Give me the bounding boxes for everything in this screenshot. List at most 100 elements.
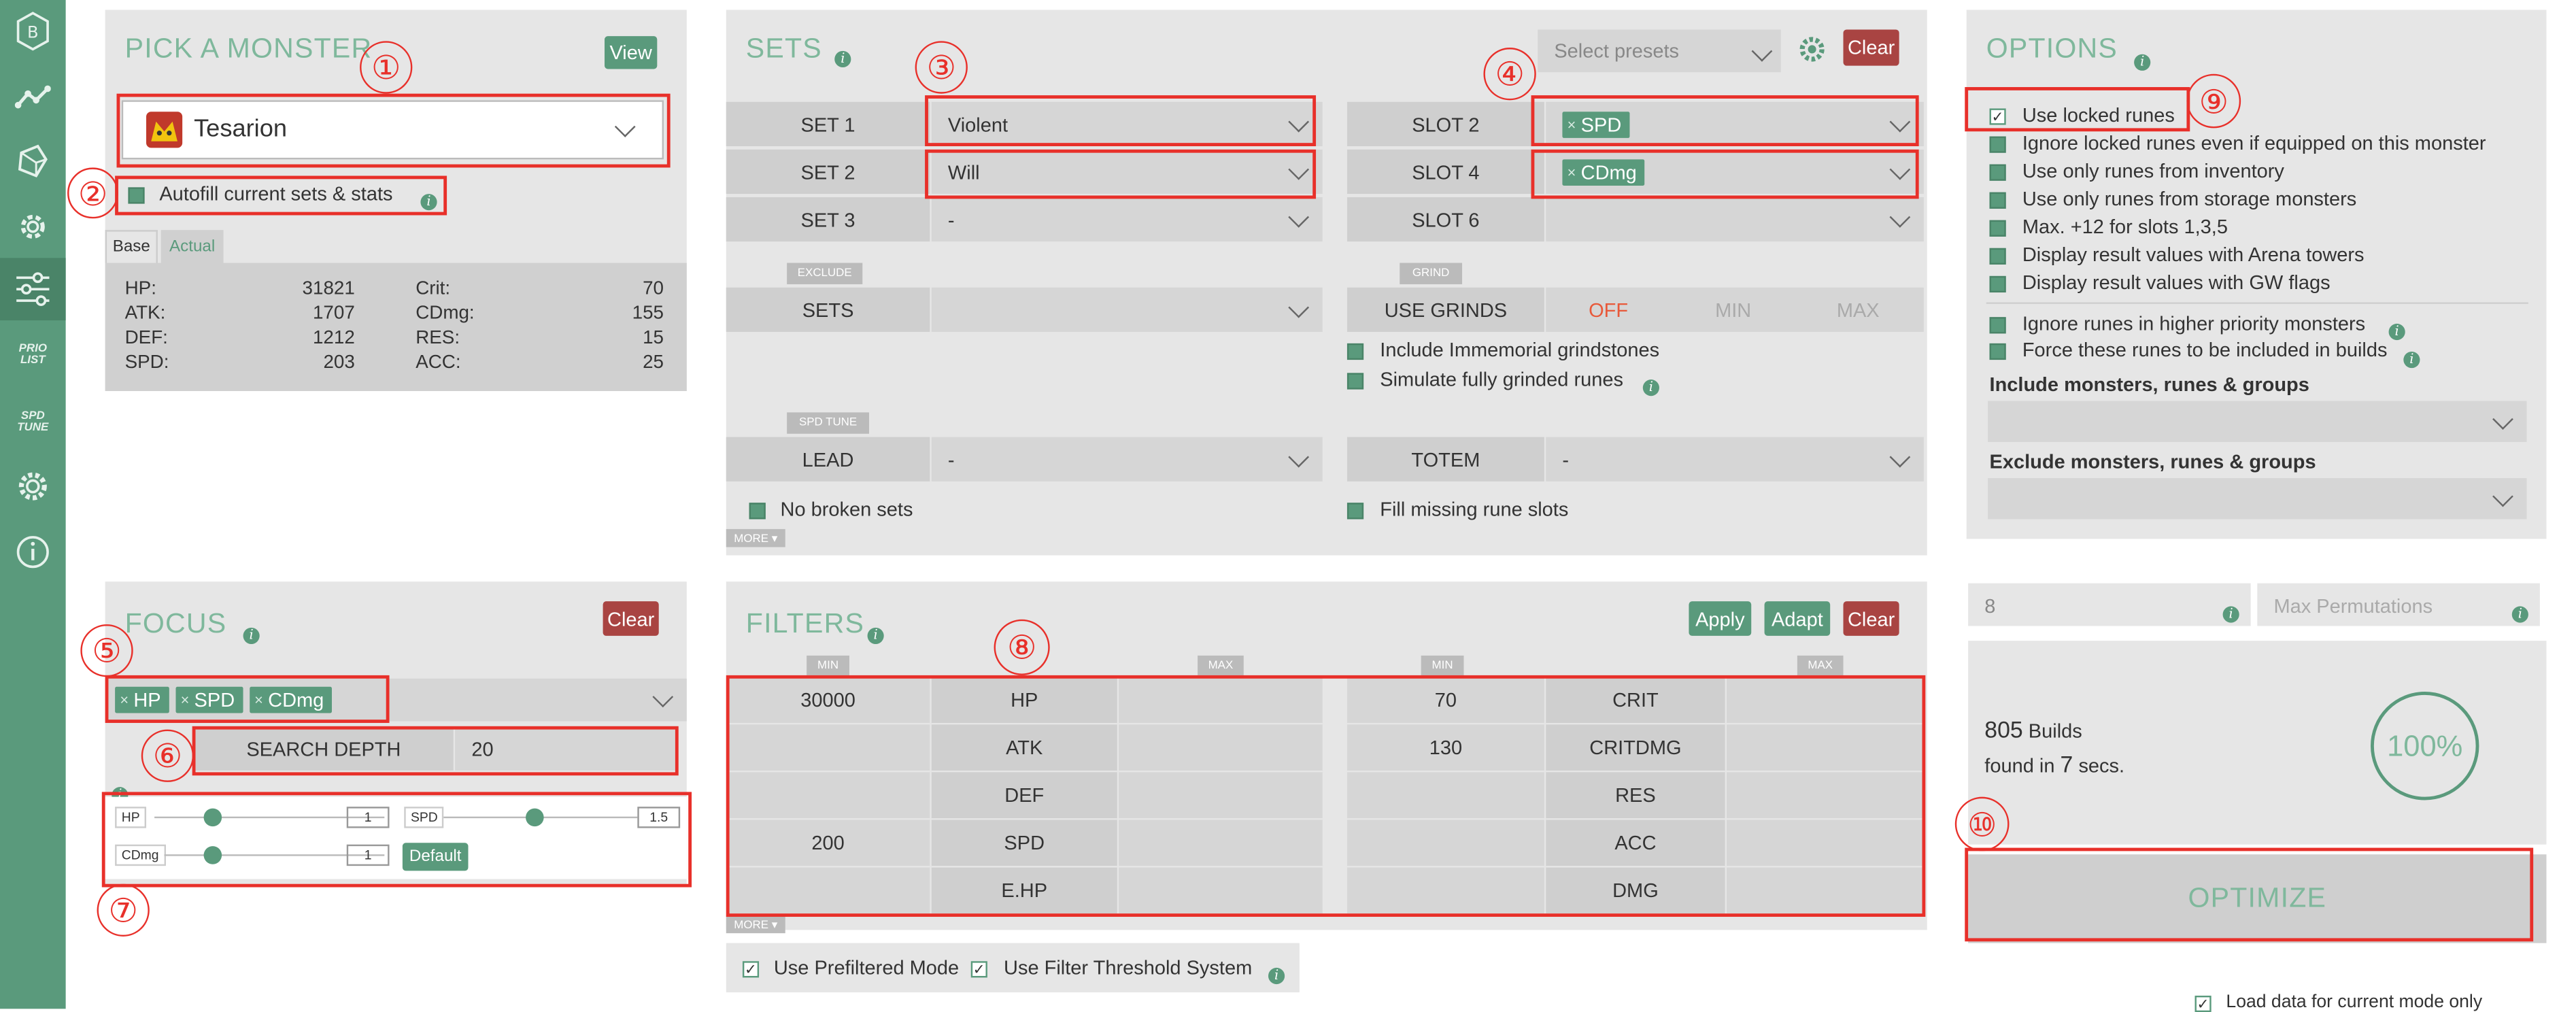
view-button[interactable]: View <box>605 36 658 69</box>
lead-value: - <box>947 448 955 471</box>
include-select[interactable] <box>1988 401 2527 442</box>
spd-tune-icon[interactable]: SPD TUNE <box>13 403 52 442</box>
exclude-label: Exclude monsters, runes & groups <box>1989 450 2316 473</box>
totem-select[interactable]: - <box>1546 437 1924 482</box>
sets-title: SETS <box>745 33 822 65</box>
prio-list-icon[interactable]: PRIO LIST <box>13 335 52 375</box>
focus-clear-button[interactable]: Clear <box>603 601 659 636</box>
filters-clear-button[interactable]: Clear <box>1843 601 1899 636</box>
sets-info-icon[interactable]: i <box>834 41 851 70</box>
annotation-marker-2: ② <box>67 167 118 219</box>
adapt-button[interactable]: Adapt <box>1764 601 1831 636</box>
ignore-higher-info-icon[interactable]: i <box>2388 314 2405 343</box>
max-permutations-placeholder: Max Permutations <box>2273 594 2433 618</box>
settings-gear-icon[interactable] <box>13 467 52 506</box>
set3-select[interactable]: - <box>931 197 1323 242</box>
focus-info-icon[interactable]: i <box>243 618 260 647</box>
prefiltered-label: Use Prefiltered Mode <box>773 956 960 979</box>
info-icon[interactable] <box>13 533 52 572</box>
annotation-box-autofill <box>115 175 447 216</box>
tab-base[interactable]: Base <box>105 230 158 263</box>
simulate-checkbox[interactable] <box>1346 373 1364 390</box>
presets-select[interactable]: Select presets <box>1538 29 1781 73</box>
filters-more-button[interactable]: MORE ▾ <box>726 915 785 934</box>
slot6-select[interactable] <box>1546 197 1924 242</box>
chevron-down-icon <box>2492 407 2513 429</box>
stat-label: ATK: <box>124 303 166 324</box>
arena-towers-checkbox[interactable] <box>1989 248 2006 265</box>
builds-label: Builds <box>2028 720 2082 743</box>
set2-label: SET 2 <box>726 149 930 195</box>
fill-missing-checkbox[interactable] <box>1346 503 1364 520</box>
grind-off-option[interactable]: OFF <box>1546 299 1671 322</box>
chart-line-icon[interactable] <box>13 78 52 117</box>
force-runes-checkbox[interactable] <box>1989 343 2006 360</box>
sidebar: B PRIO LIST SPD TUNE <box>0 0 66 1009</box>
annotation-box-weights <box>101 792 692 888</box>
threshold-label: Use Filter Threshold System <box>1004 956 1253 979</box>
spd-tune-tab: SPD TUNE <box>787 412 869 434</box>
annotation-box-optimize <box>1965 847 2534 942</box>
threshold-info-icon[interactable]: i <box>1268 958 1285 987</box>
annotation-marker-1: ① <box>360 41 413 94</box>
set3-value: - <box>947 207 955 231</box>
options-info-icon[interactable]: i <box>2134 44 2151 73</box>
simulate-info-icon[interactable]: i <box>1642 370 1659 399</box>
stat-value: 1707 <box>312 303 355 324</box>
exclude-select[interactable] <box>1988 477 2527 520</box>
presets-gear-icon[interactable] <box>1797 35 1827 73</box>
ignore-locked-checkbox[interactable] <box>1989 136 2006 153</box>
immemorial-checkbox[interactable] <box>1346 343 1364 360</box>
prefiltered-checkbox[interactable]: ✓ <box>742 961 760 978</box>
sets-clear-button[interactable]: Clear <box>1843 29 1899 66</box>
storage-only-checkbox[interactable] <box>1989 192 2006 209</box>
annotation-marker-6: ⑥ <box>141 729 194 782</box>
stat-value: 31821 <box>302 279 355 299</box>
no-broken-checkbox[interactable] <box>749 503 766 520</box>
stat-label: HP: <box>124 279 156 299</box>
chevron-down-icon <box>1889 205 1911 227</box>
annotation-box-slot2 <box>1531 95 1919 147</box>
annotation-box-monster-select <box>116 93 671 168</box>
min-header: MIN <box>1421 655 1464 675</box>
chevron-down-icon <box>652 686 674 708</box>
chevron-down-icon <box>1288 296 1310 318</box>
inventory-only-label: Use only runes from inventory <box>2022 159 2284 183</box>
grind-toggle[interactable]: OFF MIN MAX <box>1546 287 1924 332</box>
load-data-checkbox[interactable]: ✓ <box>2194 995 2211 1012</box>
threads-input[interactable]: 8 i <box>1968 583 2251 626</box>
grind-min-option[interactable]: MIN <box>1671 299 1796 322</box>
gw-flags-label: Display result values with GW flags <box>2022 271 2331 294</box>
max12-checkbox[interactable] <box>1989 220 2006 237</box>
logo-icon[interactable]: B <box>13 12 52 51</box>
sliders-icon[interactable] <box>13 269 52 309</box>
threads-value: 8 <box>1984 594 1996 618</box>
found-in-text: found in 7 secs. <box>1984 751 2124 777</box>
stat-value: 155 <box>632 303 664 324</box>
force-runes-info-icon[interactable]: i <box>2403 341 2420 371</box>
filters-info-icon[interactable]: i <box>867 618 884 647</box>
totem-value: - <box>1562 448 1570 471</box>
max-perm-info-icon[interactable]: i <box>2511 596 2528 626</box>
max-permutations-input[interactable]: Max Permutations i <box>2257 583 2540 626</box>
grind-max-option[interactable]: MAX <box>1795 299 1920 322</box>
monster-gear-icon[interactable] <box>13 207 52 246</box>
use-grinds-label: USE GRINDS <box>1346 287 1544 332</box>
chevron-down-icon <box>1288 445 1310 467</box>
rune-icon[interactable] <box>13 141 52 181</box>
sets-more-button[interactable]: MORE ▾ <box>726 528 785 547</box>
progress-circle: 100% <box>2370 692 2479 800</box>
apply-button[interactable]: Apply <box>1689 601 1752 636</box>
inventory-only-checkbox[interactable] <box>1989 164 2006 181</box>
max-header: MAX <box>1797 655 1844 675</box>
stat-label: Crit: <box>416 279 451 299</box>
ignore-higher-label: Ignore runes in higher priority monsters <box>2022 312 2366 335</box>
threshold-checkbox[interactable]: ✓ <box>970 961 987 978</box>
gw-flags-checkbox[interactable] <box>1989 275 2006 293</box>
lead-select[interactable]: - <box>931 437 1323 482</box>
exclude-sets-select[interactable] <box>931 287 1323 332</box>
tab-actual[interactable]: Actual <box>160 230 224 263</box>
chevron-down-icon <box>2492 485 2513 507</box>
threads-info-icon[interactable]: i <box>2222 596 2239 626</box>
ignore-higher-checkbox[interactable] <box>1989 317 2006 334</box>
